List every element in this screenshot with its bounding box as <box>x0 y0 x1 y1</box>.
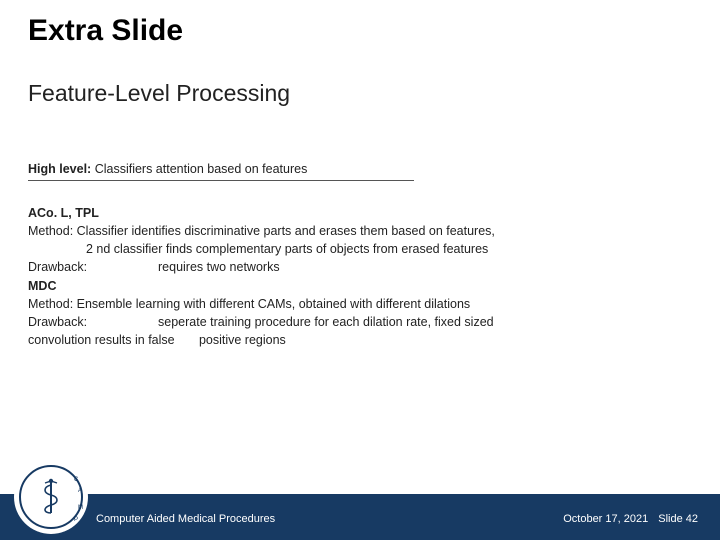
footer-left: Computer Aided Medical Procedures <box>96 513 275 525</box>
section2-drawback: seperate training procedure for each dil… <box>158 315 494 329</box>
section1-method-cont: 2 nd classifier finds complementary part… <box>28 240 692 258</box>
slide-subtitle: Feature-Level Processing <box>28 80 290 107</box>
body-text: ACo. L, TPL Method: Classifier identifie… <box>28 204 692 349</box>
section1-name: ACo. L, TPL <box>28 206 99 220</box>
footer-right: October 17, 2021 Slide 42 <box>563 513 698 525</box>
logo-ring: C A M P <box>19 465 83 529</box>
logo-ring-text: C A M P <box>21 467 85 531</box>
logo-letter-c: C <box>74 477 79 483</box>
drawback-label: Drawback: <box>28 313 158 331</box>
slide-title: Extra Slide <box>28 14 183 48</box>
section1-drawback: requires two networks <box>158 260 280 274</box>
highlevel-line: High level: Classifiers attention based … <box>28 162 307 176</box>
section1-method: Classifier identifies discriminative par… <box>77 224 495 238</box>
logo-letter-m: M <box>78 505 83 511</box>
logo-letter-p: P <box>74 517 78 523</box>
slide: Extra Slide Feature-Level Processing Hig… <box>0 0 720 540</box>
logo: C A M P <box>14 460 88 534</box>
method-label: Method: <box>28 224 77 238</box>
drawback-label: Drawback: <box>28 258 158 276</box>
section2-name: MDC <box>28 279 56 293</box>
section2-method: Ensemble learning with different CAMs, o… <box>77 297 471 311</box>
section2-drawback-cont2: positive regions <box>199 333 286 347</box>
method-label: Method: <box>28 297 77 311</box>
logo-letter-a: A <box>78 488 82 494</box>
footer-slide-number: Slide 42 <box>658 513 698 525</box>
footer-date: October 17, 2021 <box>563 513 648 525</box>
highlevel-text: Classifiers attention based on features <box>91 162 307 176</box>
section2-drawback-cont1: convolution results in false <box>28 333 178 347</box>
highlevel-label: High level: <box>28 162 91 176</box>
underline-rule <box>28 180 414 181</box>
